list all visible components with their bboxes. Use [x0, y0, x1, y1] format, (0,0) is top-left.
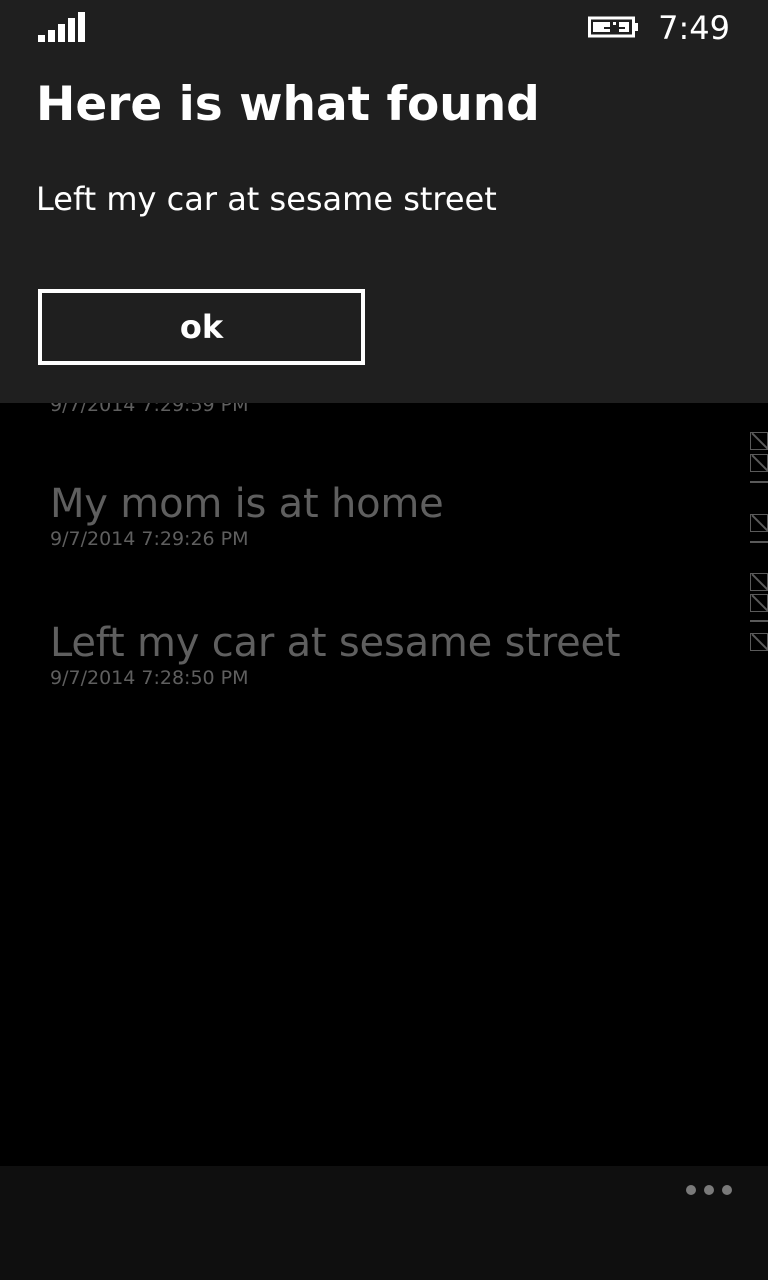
app-bar	[0, 1166, 768, 1280]
edge-glyph-icon	[750, 514, 768, 532]
message-dialog: 7:49 Here is what found Left my car at s…	[0, 0, 768, 403]
dialog-title: Here is what found	[36, 77, 540, 132]
edge-glyph-icon	[750, 454, 768, 472]
status-bar: 7:49	[0, 0, 768, 56]
list-item-title: Left my car at sesame street	[50, 620, 621, 666]
ok-button[interactable]: ok	[38, 289, 365, 365]
edge-glyph-icon	[750, 432, 768, 450]
clock: 7:49	[658, 9, 730, 47]
edge-glyph-icon	[750, 594, 768, 612]
list-item[interactable]: My mom is at home 9/7/2014 7:29:26 PM	[50, 480, 444, 550]
battery-charging-icon	[588, 16, 638, 38]
more-options-icon[interactable]	[686, 1184, 732, 1196]
divider	[750, 620, 768, 622]
list-item[interactable]: Left my car at sesame street 9/7/2014 7:…	[50, 619, 621, 689]
divider	[750, 481, 768, 483]
signal-strength-icon	[38, 12, 86, 42]
list-item-timestamp: 9/7/2014 7:28:50 PM	[50, 667, 249, 689]
dot	[686, 1185, 696, 1195]
list-item-timestamp: 9/7/2014 7:29:26 PM	[50, 528, 249, 550]
dot	[704, 1185, 714, 1195]
edge-glyph-icon	[750, 633, 768, 651]
edge-glyph-icon	[750, 573, 768, 591]
dialog-message: Left my car at sesame street	[36, 180, 497, 218]
list-item-title: My mom is at home	[50, 481, 444, 527]
divider	[750, 541, 768, 543]
dot	[722, 1185, 732, 1195]
